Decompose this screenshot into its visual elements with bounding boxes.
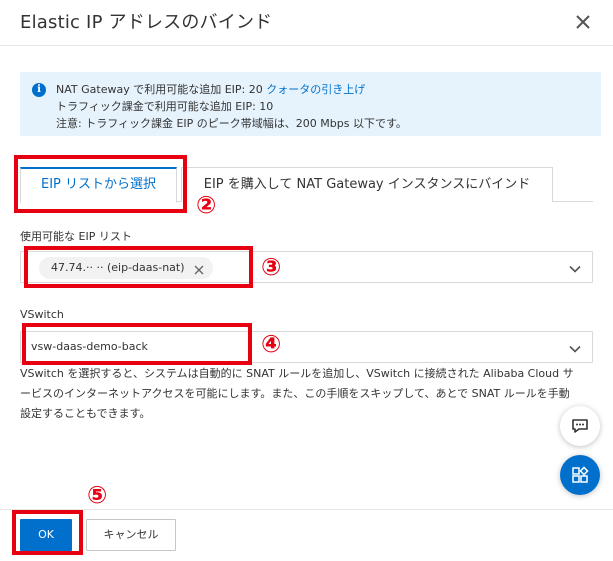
tab-purchase-eip[interactable]: EIP を購入して NAT Gateway インスタンスにバインド: [181, 167, 553, 202]
apps-icon: [572, 466, 589, 483]
dialog-title: Elastic IP アドレスのバインド: [20, 12, 273, 33]
annotation-box-eip: [24, 246, 253, 288]
bind-eip-dialog: Elastic IP アドレスのバインド i NAT Gateway で利用可能…: [0, 0, 613, 561]
annotation-number-2: ②: [196, 191, 217, 219]
chat-icon: [572, 419, 588, 433]
chat-button[interactable]: [560, 406, 600, 446]
dialog-header: Elastic IP アドレスのバインド: [0, 0, 613, 46]
dialog-footer: OK キャンセル: [0, 509, 613, 561]
eip-list-label: 使用可能な EIP リスト: [20, 230, 132, 243]
apps-button[interactable]: [560, 455, 600, 495]
cancel-button[interactable]: キャンセル: [86, 519, 176, 551]
annotation-box-vswitch: [22, 323, 252, 365]
info-icon: i: [32, 83, 46, 97]
annotation-box-tab: [14, 155, 187, 213]
info-quota-line: NAT Gateway で利用可能な追加 EIP: 20 クォータの引き上げ: [56, 81, 365, 97]
annotation-number-4: ④: [261, 330, 282, 358]
info-traffic-line: トラフィック課金で利用可能な追加 EIP: 10: [56, 100, 274, 113]
quota-increase-link[interactable]: クォータの引き上げ: [266, 83, 365, 96]
annotation-number-3: ③: [261, 253, 282, 281]
vswitch-label: VSwitch: [20, 308, 64, 321]
vswitch-hint: VSwitch を選択すると、システムは自動的に SNAT ルールを追加し、VS…: [20, 367, 574, 420]
info-note-line: 注意: トラフィック課金 EIP のピーク帯域幅は、200 Mbps 以下です。: [56, 117, 407, 130]
annotation-box-ok: [12, 510, 83, 555]
info-alert: i NAT Gateway で利用可能な追加 EIP: 20 クォータの引き上げ…: [20, 72, 601, 136]
chevron-down-icon: [568, 261, 582, 280]
info-quota-text: NAT Gateway で利用可能な追加 EIP: 20: [56, 83, 263, 96]
annotation-number-5: ⑤: [87, 481, 108, 509]
chevron-down-icon: [568, 341, 582, 360]
close-icon[interactable]: [573, 12, 593, 32]
